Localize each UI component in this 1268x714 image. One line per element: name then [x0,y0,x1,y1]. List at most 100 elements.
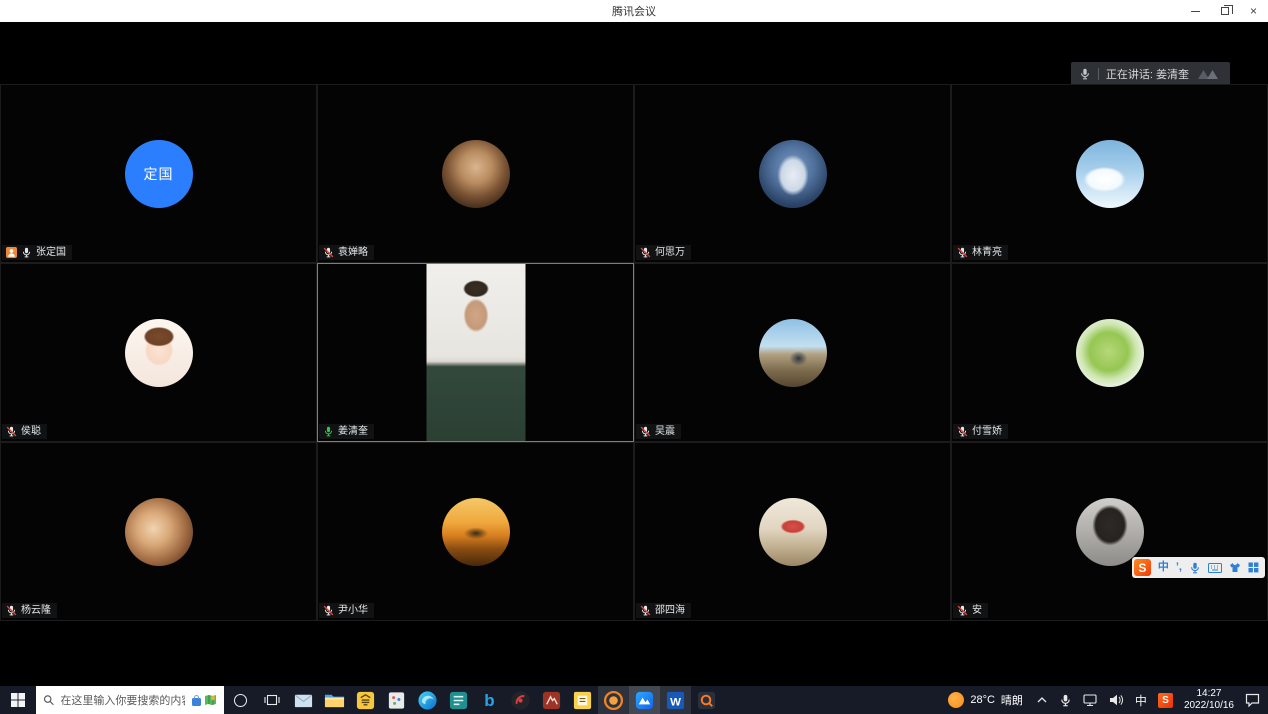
weather-temp: 28°C [970,694,995,706]
tencent-meeting-logo-icon [1196,68,1222,81]
participant-name-tag: 杨云隆 [2,603,57,618]
window-controls: × [1181,0,1268,22]
weather-widget[interactable]: 28°C 晴朗 [939,686,1032,714]
participant-avatar-photo [1076,498,1144,566]
participant-tile-5[interactable]: 侯聪 [0,263,317,442]
participant-name: 何思万 [655,247,685,258]
minimize-button[interactable] [1181,0,1210,22]
task-view-icon [264,693,280,707]
microphone-tray-icon[interactable] [1059,694,1072,707]
restore-button[interactable] [1210,0,1239,22]
search-highlights[interactable] [191,694,217,707]
taskbar-app-teal-notes[interactable] [443,686,474,714]
taskbar-app-music[interactable] [505,686,536,714]
participant-tile-11[interactable]: 邵四海 [634,442,951,621]
sogou-ime-toolbar: S中 ’, [1132,557,1265,578]
participant-name: 张定国 [36,247,66,258]
network-tray-icon[interactable] [1083,694,1098,707]
action-center-button[interactable] [1245,693,1260,707]
taskbar-app-tencent-meeting[interactable] [629,686,660,714]
sogou-logo-icon[interactable]: S [1134,559,1151,576]
skin-icon[interactable] [1229,562,1241,573]
keyboard-icon[interactable] [1208,563,1222,573]
window-title: 腾讯会议 [612,3,656,19]
participant-name: 付雪娇 [972,426,1002,437]
taskbar-app-security[interactable] [598,686,629,714]
participant-name-tag: 袁婵略 [319,245,374,260]
clock-time: 14:27 [1184,688,1234,701]
taskbar-clock[interactable]: 14:27 2022/10/16 [1184,688,1234,713]
toolbox-icon[interactable] [1248,562,1259,573]
taskbar-app-mail[interactable] [288,686,319,714]
mic-status-icon [6,605,17,616]
restore-icon [1221,7,1229,15]
participant-grid: 定国 张定国 袁婵略 何思万 林青亮 侯聪 姜清奎 [0,84,1268,621]
participant-avatar-photo [759,319,827,387]
taskbar-app-icons: bW [288,686,722,714]
speaking-banner-text: 正在讲话: 姜清奎 [1106,66,1189,82]
participant-tile-9[interactable]: 杨云隆 [0,442,317,621]
mic-status-icon [957,426,968,437]
sun-icon [948,692,964,708]
participant-name-tag: 张定国 [2,245,72,260]
participant-name-tag: 邵四海 [636,603,691,618]
close-button[interactable]: × [1239,0,1268,22]
taskbar-app-word[interactable]: W [660,686,691,714]
start-button[interactable] [0,686,36,714]
taskbar-app-bing[interactable]: b [474,686,505,714]
taskbar-app-sogou-search[interactable] [691,686,722,714]
window-titlebar: 腾讯会议 × [0,0,1268,22]
volume-tray-icon[interactable] [1109,694,1124,706]
music-icon [510,690,531,711]
participant-name-tag: 吴震 [636,424,681,439]
taskbar-app-sticky-notes[interactable] [381,686,412,714]
taskbar-app-reader[interactable] [536,686,567,714]
voice-input-icon[interactable] [1189,562,1201,574]
participant-name: 邵四海 [655,605,685,616]
participant-tile-12[interactable]: 安 [951,442,1268,621]
participant-tile-10[interactable]: 尹小华 [317,442,634,621]
participant-name-tag: 尹小华 [319,603,374,618]
taskbar-spacer [722,686,939,714]
sogou-search-icon [696,690,717,711]
bing-icon: b [484,690,494,711]
participant-tile-7[interactable]: 吴震 [634,263,951,442]
participant-avatar-photo [1076,319,1144,387]
participant-tile-2[interactable]: 袁婵略 [317,84,634,263]
participant-tile-3[interactable]: 何思万 [634,84,951,263]
meeting-content: 正在讲话: 姜清奎 定国 张定国 袁婵略 何思万 林青亮 [0,22,1268,686]
sogou-tray-icon[interactable]: S [1158,693,1173,708]
clock-date: 2022/10/16 [1184,700,1234,713]
cortana-button[interactable] [224,686,256,714]
taskbar-app-docs[interactable] [567,686,598,714]
divider [1098,68,1099,80]
mic-status-icon [323,426,334,437]
mic-status-icon [640,426,651,437]
edge-icon [417,690,438,711]
close-icon: × [1250,5,1257,17]
sticky-notes-icon [386,690,407,711]
host-badge-icon [6,247,17,258]
shopping-bag-icon [191,694,202,707]
file-explorer-icon [324,690,345,711]
mail-icon [293,690,314,711]
participant-name-tag: 侯聪 [2,424,47,439]
taskbar-search-box[interactable]: 在这里输入你要搜索的内容 [36,686,224,714]
participant-avatar-photo [125,319,193,387]
participant-tile-6[interactable]: 姜清奎 [317,263,634,442]
tencent-meeting-icon [634,690,655,711]
ime-chinese-mode[interactable]: 中 [1158,562,1169,573]
taskbar-app-edge[interactable] [412,686,443,714]
participant-tile-4[interactable]: 林青亮 [951,84,1268,263]
reader-icon [541,690,562,711]
participant-tile-1[interactable]: 定国 张定国 [0,84,317,263]
taskbar-app-dictionary[interactable] [350,686,381,714]
ime-punctuation[interactable]: ’, [1176,562,1182,573]
task-view-button[interactable] [256,686,288,714]
ime-indicator[interactable]: 中 [1135,692,1147,709]
participant-name: 侯聪 [21,426,41,437]
hidden-icons-chevron[interactable] [1036,695,1048,705]
taskbar-app-file-explorer[interactable] [319,686,350,714]
participant-tile-8[interactable]: 付雪娇 [951,263,1268,442]
mic-status-icon [6,426,17,437]
